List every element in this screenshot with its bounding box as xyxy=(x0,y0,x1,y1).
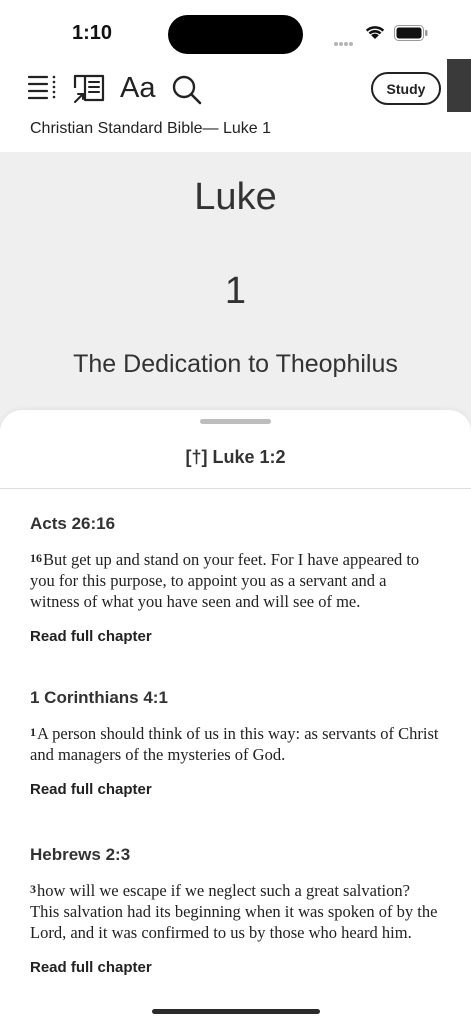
read-full-chapter-link[interactable]: Read full chapter xyxy=(30,781,440,798)
battery-icon xyxy=(394,25,428,46)
verse-number: 1 xyxy=(30,725,36,739)
read-full-chapter-link[interactable]: Read full chapter xyxy=(30,628,440,645)
list-menu-icon[interactable] xyxy=(27,74,58,107)
reader-view-icon[interactable] xyxy=(73,74,105,109)
reader-toolbar: Aa Study Christian Standard Bible— Luke … xyxy=(0,59,471,152)
verse-number: 3 xyxy=(30,882,36,896)
chapter-number: 1 xyxy=(224,270,247,312)
xref-reference: Acts 26:16 xyxy=(30,514,116,533)
cross-reference-item: Hebrews 2:3 3how will we escape if we ne… xyxy=(30,845,440,976)
wifi-icon xyxy=(364,23,386,45)
search-icon[interactable] xyxy=(171,74,203,111)
xref-verse-text: 16But get up and stand on your feet. For… xyxy=(30,549,440,612)
side-panel-tab[interactable] xyxy=(447,59,471,112)
verse-text: But get up and stand on your feet. For I… xyxy=(30,550,420,611)
dynamic-island xyxy=(168,15,303,54)
xref-verse-text: 3how will we escape if we neglect such a… xyxy=(30,880,440,943)
study-button[interactable]: Study xyxy=(371,72,441,105)
sheet-drag-handle[interactable] xyxy=(200,419,271,424)
divider xyxy=(0,488,471,489)
section-heading: The Dedication to Theophilus xyxy=(73,350,398,378)
sheet-title: [†] Luke 1:2 xyxy=(185,447,286,467)
status-time: 1:10 xyxy=(72,22,113,44)
xref-verse-text: 1A person should think of us in this way… xyxy=(30,723,440,765)
xref-reference: 1 Corinthians 4:1 xyxy=(30,688,168,707)
text-size-icon[interactable]: Aa xyxy=(120,72,155,105)
verse-text: A person should think of us in this way:… xyxy=(30,724,439,764)
breadcrumb: Christian Standard Bible— Luke 1 xyxy=(30,120,272,137)
verse-text: how will we escape if we neglect such a … xyxy=(30,881,438,942)
cellular-signal-icon xyxy=(334,33,354,51)
xref-reference: Hebrews 2:3 xyxy=(30,845,131,864)
cross-reference-item: Acts 26:16 16But get up and stand on you… xyxy=(30,514,440,645)
cross-reference-sheet: [†] Luke 1:2 Acts 26:16 16But get up and… xyxy=(0,410,471,1024)
read-full-chapter-link[interactable]: Read full chapter xyxy=(30,959,440,976)
book-title: Luke xyxy=(194,176,277,218)
cross-reference-item: 1 Corinthians 4:1 1A person should think… xyxy=(30,688,440,798)
status-bar: 1:10 xyxy=(0,0,471,62)
home-indicator[interactable] xyxy=(152,1009,320,1014)
verse-number: 16 xyxy=(30,551,42,565)
chapter-header: Luke 1 The Dedication to Theophilus xyxy=(0,152,471,452)
